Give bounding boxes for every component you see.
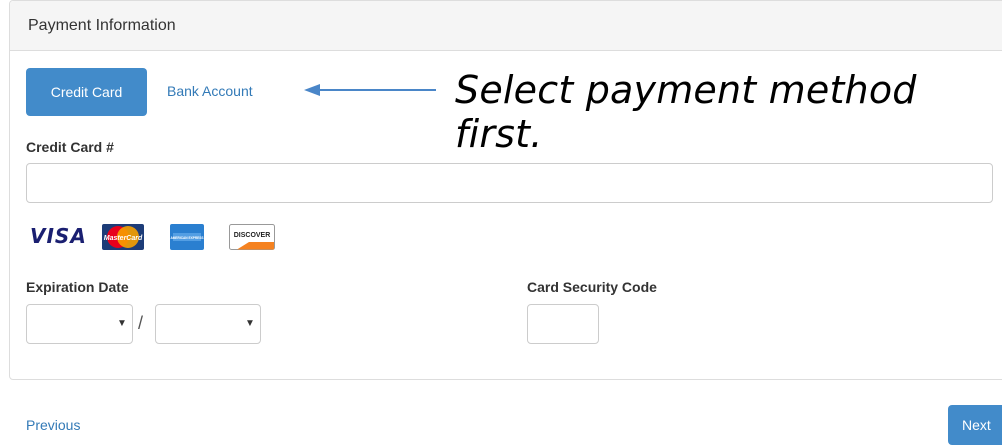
- amex-logo-icon: AMERICAN EXPRESS: [170, 224, 204, 250]
- discover-text: DISCOVER: [234, 232, 271, 239]
- previous-link[interactable]: Previous: [26, 417, 80, 433]
- arrow-left-icon: [304, 84, 436, 96]
- expiration-year-select[interactable]: ▼: [155, 304, 261, 344]
- annotation-text: Select payment method first.: [455, 68, 917, 156]
- date-separator: /: [138, 313, 144, 333]
- mastercard-logo-icon: MasterCard: [102, 224, 144, 250]
- expiration-date-label: Expiration Date: [26, 279, 129, 295]
- next-button[interactable]: Next: [948, 405, 1002, 445]
- bank-account-tab-link[interactable]: Bank Account: [167, 83, 253, 99]
- card-security-code-input[interactable]: [527, 304, 599, 344]
- panel-title: Payment Information: [28, 16, 176, 34]
- mastercard-text: MasterCard: [104, 235, 143, 242]
- panel-heading: Payment Information: [10, 1, 1002, 51]
- chevron-down-icon: ▼: [245, 318, 255, 329]
- credit-card-number-label: Credit Card #: [26, 139, 114, 155]
- card-security-code-label: Card Security Code: [527, 279, 657, 295]
- chevron-down-icon: ▼: [117, 318, 127, 329]
- credit-card-tab-button[interactable]: Credit Card: [26, 68, 147, 116]
- discover-logo-icon: DISCOVER: [229, 224, 275, 250]
- amex-text: AMERICAN EXPRESS: [170, 236, 203, 240]
- expiration-month-select[interactable]: ▼: [26, 304, 133, 344]
- visa-logo-icon: VISA: [30, 224, 87, 248]
- credit-card-number-input[interactable]: [26, 163, 993, 203]
